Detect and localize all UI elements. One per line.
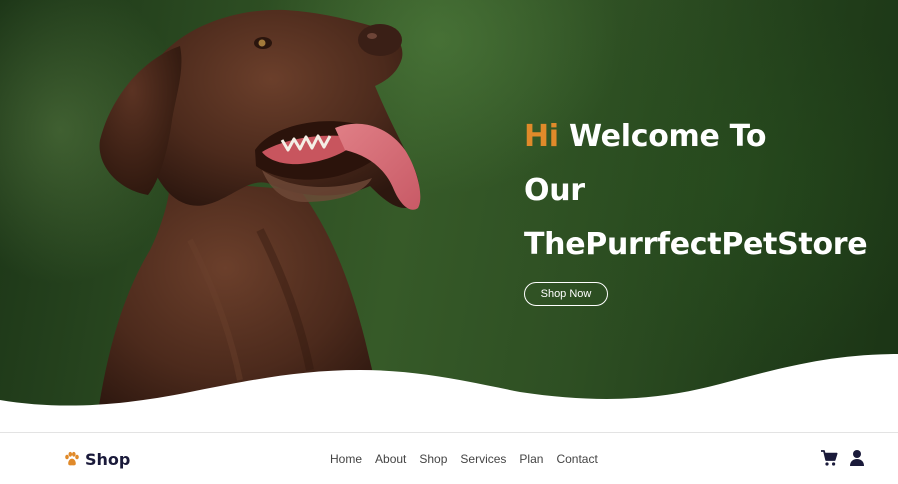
hero-wave-divider [0,354,898,432]
nav-link-plan[interactable]: Plan [519,452,543,466]
nav-link-contact[interactable]: Contact [556,452,597,466]
hero-banner: Hi Welcome To Our ThePurrfectPetStore Sh… [0,0,898,432]
brand-label: Shop [85,449,131,469]
hero-heading-line-2: Our [524,173,585,208]
user-icon[interactable] [848,449,866,467]
hero-heading-line-1: Hi Welcome To [524,110,894,164]
brand-logo[interactable]: Shop [63,447,130,471]
nav-link-about[interactable]: About [375,452,406,466]
shop-now-button[interactable]: Shop Now [524,282,608,306]
hero-heading-line-1-rest: Welcome To [568,119,767,154]
main-navbar: Shop Home About Shop Services Plan Conta… [0,432,898,484]
hero-heading: Hi Welcome To Our ThePurrfectPetStore [524,110,894,272]
hero-heading-line-3: ThePurrfectPetStore [524,227,868,262]
landing-page: Hi Welcome To Our ThePurrfectPetStore Sh… [0,0,898,484]
nav-link-home[interactable]: Home [330,452,362,466]
nav-link-shop[interactable]: Shop [419,452,447,466]
shopping-cart-icon[interactable] [820,449,838,467]
nav-links: Home About Shop Services Plan Contact [330,450,598,468]
nav-link-services[interactable]: Services [460,452,506,466]
paw-icon [65,451,79,466]
hero-greeting: Hi [524,119,559,154]
